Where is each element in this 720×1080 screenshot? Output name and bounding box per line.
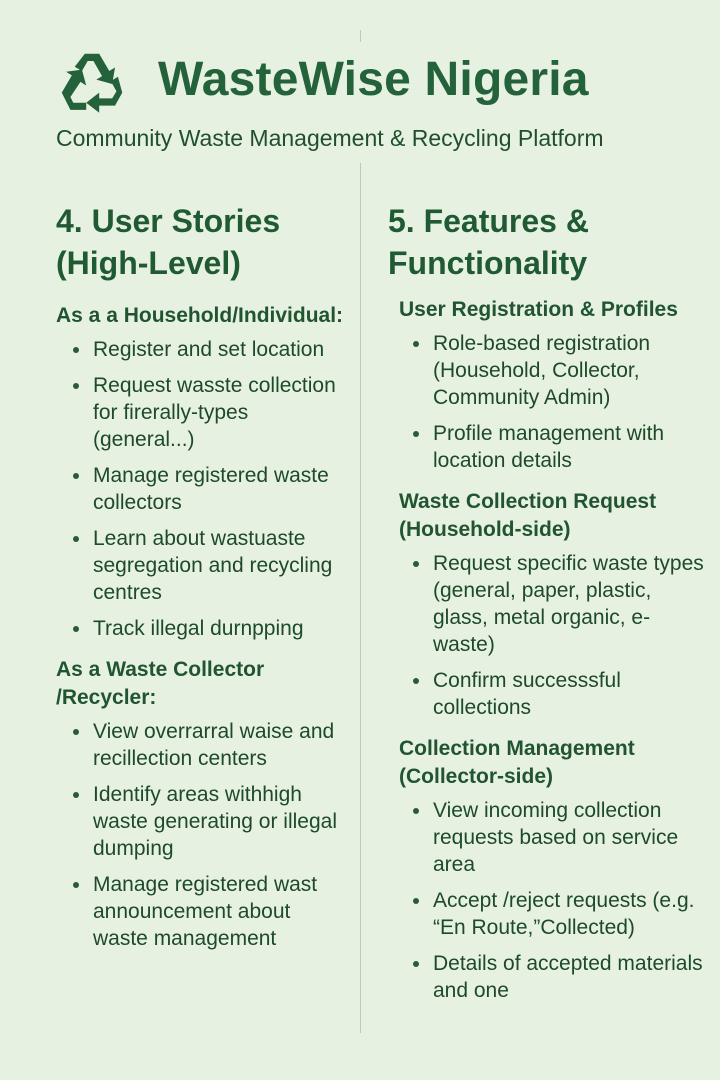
bullet-icon	[73, 536, 79, 542]
app-title: WasteWise Nigeria	[158, 53, 589, 106]
list-item: Accept /reject requests (e.g. “En Route,…	[388, 887, 708, 941]
list-item: Details of accepted materials and one	[388, 950, 708, 1004]
list-item: Profile management with location details	[388, 420, 708, 474]
list-item: Manage registered waste collectors	[56, 462, 348, 516]
app-subtitle: Community Waste Management & Recycling P…	[56, 125, 604, 151]
user-stories-title: 4. User Stories (High-Level)	[56, 203, 281, 281]
features-column: 5. Features & Functionality User Registr…	[388, 200, 708, 1018]
list-item: View incoming collection requests based …	[388, 797, 708, 878]
list-item: Register and set location	[56, 336, 348, 363]
bullet-icon	[413, 561, 419, 567]
registration-group: User Registration & Profiles Role-based …	[388, 296, 708, 474]
bullet-icon	[413, 898, 419, 904]
bullet-icon	[413, 678, 419, 684]
list-item: Learn about wastuaste segregation and re…	[56, 525, 348, 606]
bullet-icon	[413, 431, 419, 437]
features-title: 5. Features & Functionality	[388, 203, 589, 281]
group-heading: Waste Collection Request (Household-side…	[399, 490, 657, 541]
bullet-icon	[73, 882, 79, 888]
list-item: Identify areas withhigh waste generating…	[56, 781, 348, 862]
column-divider	[360, 163, 361, 1033]
user-stories-column: 4. User Stories (High-Level) As a a Hous…	[56, 200, 348, 966]
list-item: Role-based registration (Household, Coll…	[388, 330, 708, 411]
bullet-icon	[73, 792, 79, 798]
group-heading: As a a Household/Individual:	[56, 304, 344, 327]
collection-management-group: Collection Management (Collector-side) V…	[388, 735, 708, 1004]
collector-group: As a Waste Collector /Recycler: View ove…	[56, 656, 348, 952]
bullet-icon	[73, 473, 79, 479]
page-header: WasteWise Nigeria Community Waste Manage…	[0, 0, 720, 160]
list-item: Request wasste collection for firerally-…	[56, 372, 348, 453]
list-item: View overrarral waise and recillection c…	[56, 718, 348, 772]
group-heading: As a Waste Collector /Recycler:	[56, 658, 265, 709]
bullet-icon	[413, 808, 419, 814]
bullet-icon	[73, 347, 79, 353]
list-item: Manage registered wast announcement abou…	[56, 871, 348, 952]
list-item: Track illegal durnpping	[56, 615, 348, 642]
list-item: Request specific waste types (general, p…	[388, 550, 708, 658]
household-group: As a a Household/Individual: Register an…	[56, 302, 348, 642]
group-heading: User Registration & Profiles	[399, 298, 678, 321]
group-heading: Collection Management (Collector-side)	[399, 737, 635, 788]
list-item: Confirm successsful collections	[388, 667, 708, 721]
bullet-icon	[73, 729, 79, 735]
bullet-icon	[413, 341, 419, 347]
recycle-icon	[56, 48, 128, 120]
bullet-icon	[73, 383, 79, 389]
collection-request-group: Waste Collection Request (Household-side…	[388, 488, 708, 721]
bullet-icon	[413, 961, 419, 967]
bullet-icon	[73, 626, 79, 632]
